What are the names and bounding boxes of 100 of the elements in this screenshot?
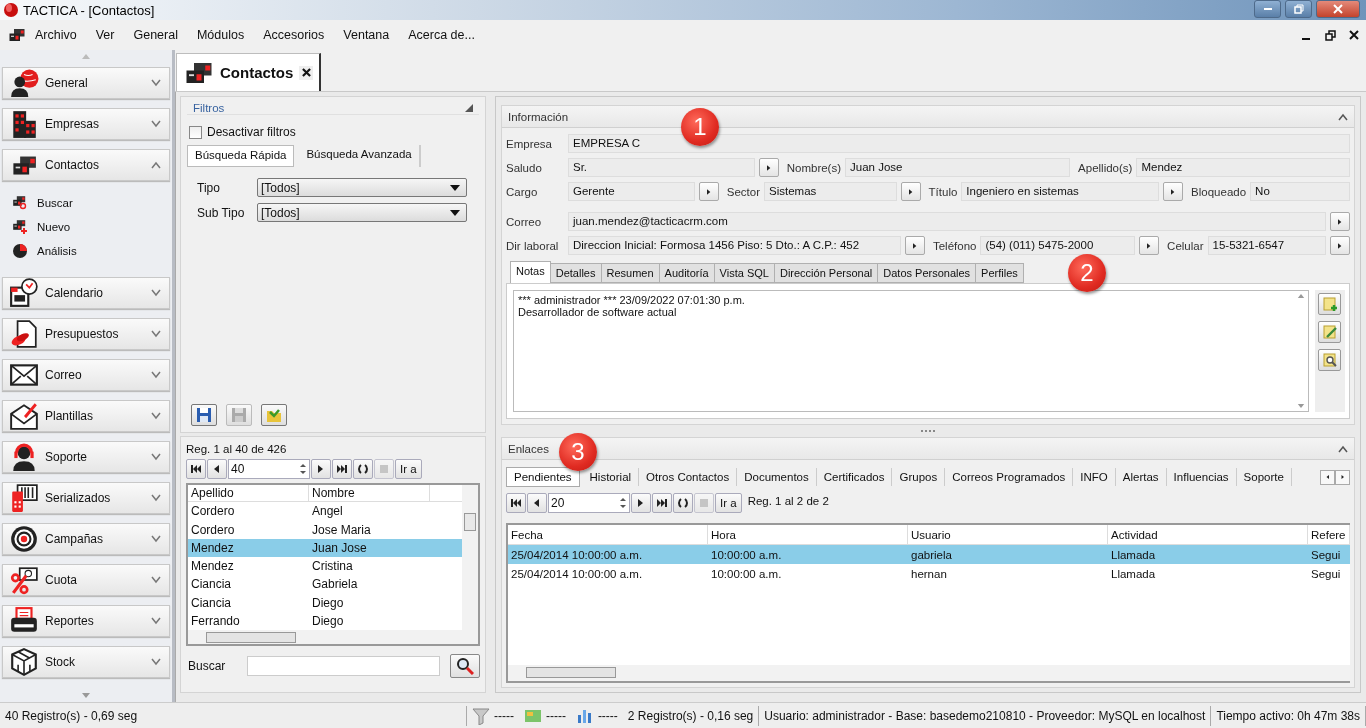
tab[interactable]: Alertas — [1115, 468, 1167, 486]
sidebar-group-button[interactable]: General — [2, 67, 170, 99]
toolbar-button[interactable] — [191, 404, 217, 426]
column-header[interactable]: Apellido — [188, 485, 309, 502]
table-row[interactable]: 25/04/2014 10:00:00 a.m. 10:00:00 a.m. gabriela Llamada Segui — [508, 545, 1350, 564]
tab[interactable]: Certificados — [816, 468, 893, 486]
tab[interactable]: Búsqueda Rápida — [187, 145, 295, 167]
tab[interactable]: Dirección Personal — [773, 263, 879, 283]
text-field[interactable]: (54) (011) 5475-2000 — [980, 236, 1136, 255]
text-field[interactable]: No — [1250, 182, 1351, 201]
arrow-button[interactable] — [1163, 182, 1184, 201]
tab[interactable]: Detalles — [549, 263, 602, 283]
tab[interactable]: INFO — [1073, 468, 1116, 486]
tab[interactable]: Notas — [510, 261, 551, 283]
page-size-field[interactable]: 40 — [228, 459, 310, 479]
column-header[interactable]: Hora — [708, 525, 908, 544]
column-header[interactable]: Usuario — [908, 525, 1108, 544]
text-field[interactable]: 15-5321-6547 — [1207, 236, 1326, 255]
menu-item[interactable]: Ver — [86, 28, 124, 42]
text-field[interactable]: juan.mendez@tacticacrm.com — [568, 212, 1326, 231]
menu-item[interactable]: Módulos — [187, 28, 254, 42]
tab[interactable]: Perfiles — [975, 263, 1024, 283]
tab[interactable]: Otros Contactos — [639, 468, 738, 486]
horizontal-scrollbar[interactable] — [508, 665, 1350, 681]
text-field[interactable]: Ingeniero en sistemas — [961, 182, 1160, 201]
table-row[interactable]: Ferrando Diego — [188, 611, 462, 630]
refresh-button[interactable] — [673, 493, 693, 513]
tab[interactable]: Búsqueda Avanzada — [299, 145, 420, 167]
first-page-button[interactable] — [506, 493, 526, 513]
go-to-button[interactable]: Ir a — [715, 493, 742, 513]
tab[interactable]: Pendientes — [506, 467, 580, 487]
text-field[interactable]: Gerente — [568, 182, 695, 201]
arrow-button[interactable] — [904, 236, 925, 255]
tab[interactable]: Documentos — [737, 468, 817, 486]
tab[interactable]: Correos Programados — [945, 468, 1074, 486]
table-row[interactable]: Mendez Juan Jose — [188, 538, 462, 557]
table-row[interactable]: Ciancia Diego — [188, 593, 462, 612]
arrow-button[interactable] — [698, 182, 719, 201]
sidebar-group-button[interactable]: Stock — [2, 646, 170, 678]
close-tab-button[interactable] — [299, 65, 314, 80]
sidebar-group-button[interactable]: Cuota — [2, 564, 170, 596]
table-row[interactable]: 25/04/2014 10:00:00 a.m. 10:00:00 a.m. hernan Llamada Segui — [508, 564, 1350, 583]
checkbox[interactable] — [189, 125, 202, 139]
menu-item[interactable]: General — [124, 28, 187, 42]
sidebar-group-button[interactable]: Reportes — [2, 605, 170, 637]
table-row[interactable]: Ciancia Gabriela — [188, 575, 462, 594]
sidebar-group-button[interactable]: Plantillas — [2, 400, 170, 432]
sidebar-item[interactable]: Nuevo — [12, 218, 170, 236]
notes-field[interactable]: *** administrador *** 23/09/2022 07:01:30 p.m. Desarrollador de software actual — [513, 290, 1309, 412]
table-row[interactable]: Cordero Jose Maria — [188, 520, 462, 539]
first-page-button[interactable] — [186, 459, 206, 479]
sidebar-group-button[interactable]: Presupuestos — [2, 318, 170, 350]
sidebar-item[interactable]: Buscar — [12, 194, 170, 212]
previous-page-button[interactable] — [527, 493, 547, 513]
tab[interactable]: Soporte — [1236, 468, 1292, 486]
arrow-button[interactable] — [1330, 212, 1350, 231]
column-header[interactable]: Refere — [1308, 525, 1350, 544]
text-field[interactable]: Mendez — [1136, 158, 1350, 177]
refresh-button[interactable] — [353, 459, 373, 479]
tab[interactable]: Grupos — [892, 468, 946, 486]
sidebar-group-button[interactable]: Empresas — [2, 108, 170, 140]
tab[interactable]: Influencias — [1166, 468, 1237, 486]
toolbar-button[interactable] — [261, 404, 287, 426]
dropdown[interactable]: [Todos] — [257, 203, 467, 222]
table-row[interactable]: Cordero Angel — [188, 502, 462, 521]
dropdown[interactable]: [Todos] — [257, 178, 467, 197]
text-field[interactable]: Sistemas — [764, 182, 897, 201]
next-page-button[interactable] — [631, 493, 651, 513]
sidebar-group-button[interactable]: Contactos — [2, 149, 170, 181]
last-page-button[interactable] — [652, 493, 672, 513]
sidebar-group-button[interactable]: Serializados — [2, 482, 170, 514]
last-page-button[interactable] — [332, 459, 352, 479]
sidebar-item[interactable]: Análisis — [12, 242, 170, 260]
next-page-button[interactable] — [311, 459, 331, 479]
menu-item[interactable]: Archivo — [26, 28, 86, 42]
search-field[interactable] — [247, 656, 441, 676]
scroll-tabs-left-button[interactable] — [1320, 469, 1335, 485]
table-row[interactable]: Mendez Cristina — [188, 557, 462, 576]
text-field[interactable]: EMPRESA C — [568, 134, 1350, 153]
sidebar-group-button[interactable]: Soporte — [2, 441, 170, 473]
search-button[interactable] — [450, 654, 480, 678]
column-header[interactable]: Nombre — [309, 485, 430, 502]
sidebar-group-button[interactable]: Calendario — [2, 277, 170, 309]
tab[interactable]: Datos Personales — [877, 263, 977, 283]
arrow-button[interactable] — [900, 182, 921, 201]
text-field[interactable]: Sr. — [568, 158, 755, 177]
sidebar-group-button[interactable]: Campañas — [2, 523, 170, 555]
scroll-tabs-right-button[interactable] — [1335, 469, 1350, 485]
document-tab[interactable]: Contactos — [176, 53, 322, 91]
tab[interactable]: Vista SQL — [713, 263, 775, 283]
edit-note-button[interactable] — [1318, 321, 1341, 343]
previous-page-button[interactable] — [207, 459, 227, 479]
text-field[interactable]: Juan Jose — [845, 158, 1071, 177]
maximize-button[interactable] — [1285, 0, 1312, 18]
go-to-button[interactable]: Ir a — [395, 459, 422, 479]
vertical-scrollbar[interactable] — [462, 485, 478, 630]
column-header[interactable]: Fecha — [508, 525, 708, 544]
text-field[interactable]: Direccion Inicial: Formosa 1456 Piso: 5 Dto.: A C.P.: 452 — [568, 236, 901, 255]
add-note-button[interactable] — [1318, 293, 1341, 315]
menu-item[interactable]: Ventana — [334, 28, 399, 42]
